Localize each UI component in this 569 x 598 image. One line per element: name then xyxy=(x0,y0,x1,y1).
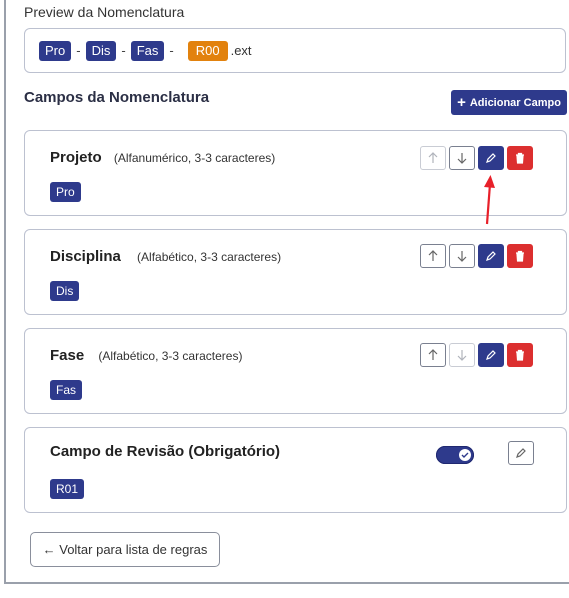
move-down-button[interactable] xyxy=(449,244,475,268)
preview-separator: - xyxy=(76,43,81,58)
field-name: Fase xyxy=(50,347,85,364)
field-card-fase: Fase (Alfabético, 3-3 caracteres) Fas xyxy=(24,328,567,414)
arrow-down-icon xyxy=(457,153,467,164)
check-icon xyxy=(461,452,469,458)
edit-revision-button[interactable] xyxy=(508,441,534,465)
move-up-button[interactable] xyxy=(420,343,446,367)
annotation-arrow-icon xyxy=(484,175,495,225)
preview-label: Preview da Nomenclatura xyxy=(24,4,185,20)
field-code: Fas xyxy=(50,380,83,400)
preview-box: Pro - Dis - Fas - R00 .ext xyxy=(24,28,566,73)
pencil-icon xyxy=(486,153,496,163)
field-code-chip: Fas xyxy=(50,380,83,400)
plus-icon: + xyxy=(457,94,466,111)
edit-field-button[interactable] xyxy=(478,244,504,268)
revision-field-name: Campo de Revisão (Obrigatório) xyxy=(50,443,281,460)
field-code-chip: R01 xyxy=(50,479,85,499)
toggle-knob xyxy=(459,449,471,461)
field-code: Pro xyxy=(50,182,81,202)
field-code: Dis xyxy=(50,281,80,301)
pencil-icon xyxy=(486,350,496,360)
preview-token-revision: R00 xyxy=(187,40,228,61)
field-name-wrapper: Fase (Alfabético, 3-3 caracteres) xyxy=(50,347,242,364)
preview-separator: - xyxy=(121,43,126,58)
move-down-button[interactable] xyxy=(449,146,475,170)
arrow-down-icon xyxy=(457,251,467,262)
back-to-rules-button[interactable]: ← Voltar para lista de regras xyxy=(30,532,220,567)
trash-icon xyxy=(516,349,524,361)
edit-field-button[interactable] xyxy=(478,343,504,367)
revision-field-code: R01 xyxy=(50,479,85,499)
add-field-button[interactable]: + Adicionar Campo xyxy=(451,90,567,115)
section-title: Campos da Nomenclatura xyxy=(24,89,210,106)
field-card-disciplina: Disciplina (Alfabético, 3-3 caracteres) … xyxy=(24,229,567,315)
delete-field-button[interactable] xyxy=(507,146,533,170)
move-up-button[interactable] xyxy=(420,244,446,268)
left-divider xyxy=(4,0,6,584)
field-code-chip: Dis xyxy=(50,281,80,301)
revision-field-card: Campo de Revisão (Obrigatório) R01 xyxy=(24,427,567,513)
add-field-button-label: Adicionar Campo xyxy=(469,96,561,109)
preview-separator: - xyxy=(169,43,174,58)
bottom-divider xyxy=(4,582,569,584)
preview-token-phase: Fas xyxy=(130,40,165,61)
field-name: Projeto xyxy=(50,149,102,166)
preview-token-discipline: Dis xyxy=(85,40,117,61)
field-code-chip: Pro xyxy=(50,182,81,202)
field-description: (Alfanumérico, 3-3 caracteres) xyxy=(113,151,276,165)
edit-field-button[interactable] xyxy=(478,146,504,170)
arrow-up-icon xyxy=(428,349,438,360)
delete-field-button[interactable] xyxy=(507,343,533,367)
arrow-up-icon xyxy=(428,152,438,163)
delete-field-button[interactable] xyxy=(507,244,533,268)
revision-toggle[interactable] xyxy=(436,446,474,464)
trash-icon xyxy=(516,152,524,164)
preview-token-project: Pro xyxy=(39,40,72,61)
move-down-button[interactable] xyxy=(449,343,475,367)
field-name: Disciplina xyxy=(50,248,121,265)
field-description: (Alfabético, 3-3 caracteres) xyxy=(98,349,243,363)
pencil-icon xyxy=(516,448,526,458)
arrow-down-icon xyxy=(457,350,467,361)
field-name-wrapper: Disciplina (Alfabético, 3-3 caracteres) xyxy=(50,248,281,265)
move-up-button[interactable] xyxy=(420,146,446,170)
pencil-icon xyxy=(486,251,496,261)
arrow-up-icon xyxy=(428,250,438,261)
trash-icon xyxy=(516,250,524,262)
field-name-wrapper: Projeto (Alfanumérico, 3-3 caracteres) xyxy=(50,149,275,166)
field-description: (Alfabético, 3-3 caracteres) xyxy=(137,250,282,264)
preview-extension: .ext xyxy=(230,43,252,58)
